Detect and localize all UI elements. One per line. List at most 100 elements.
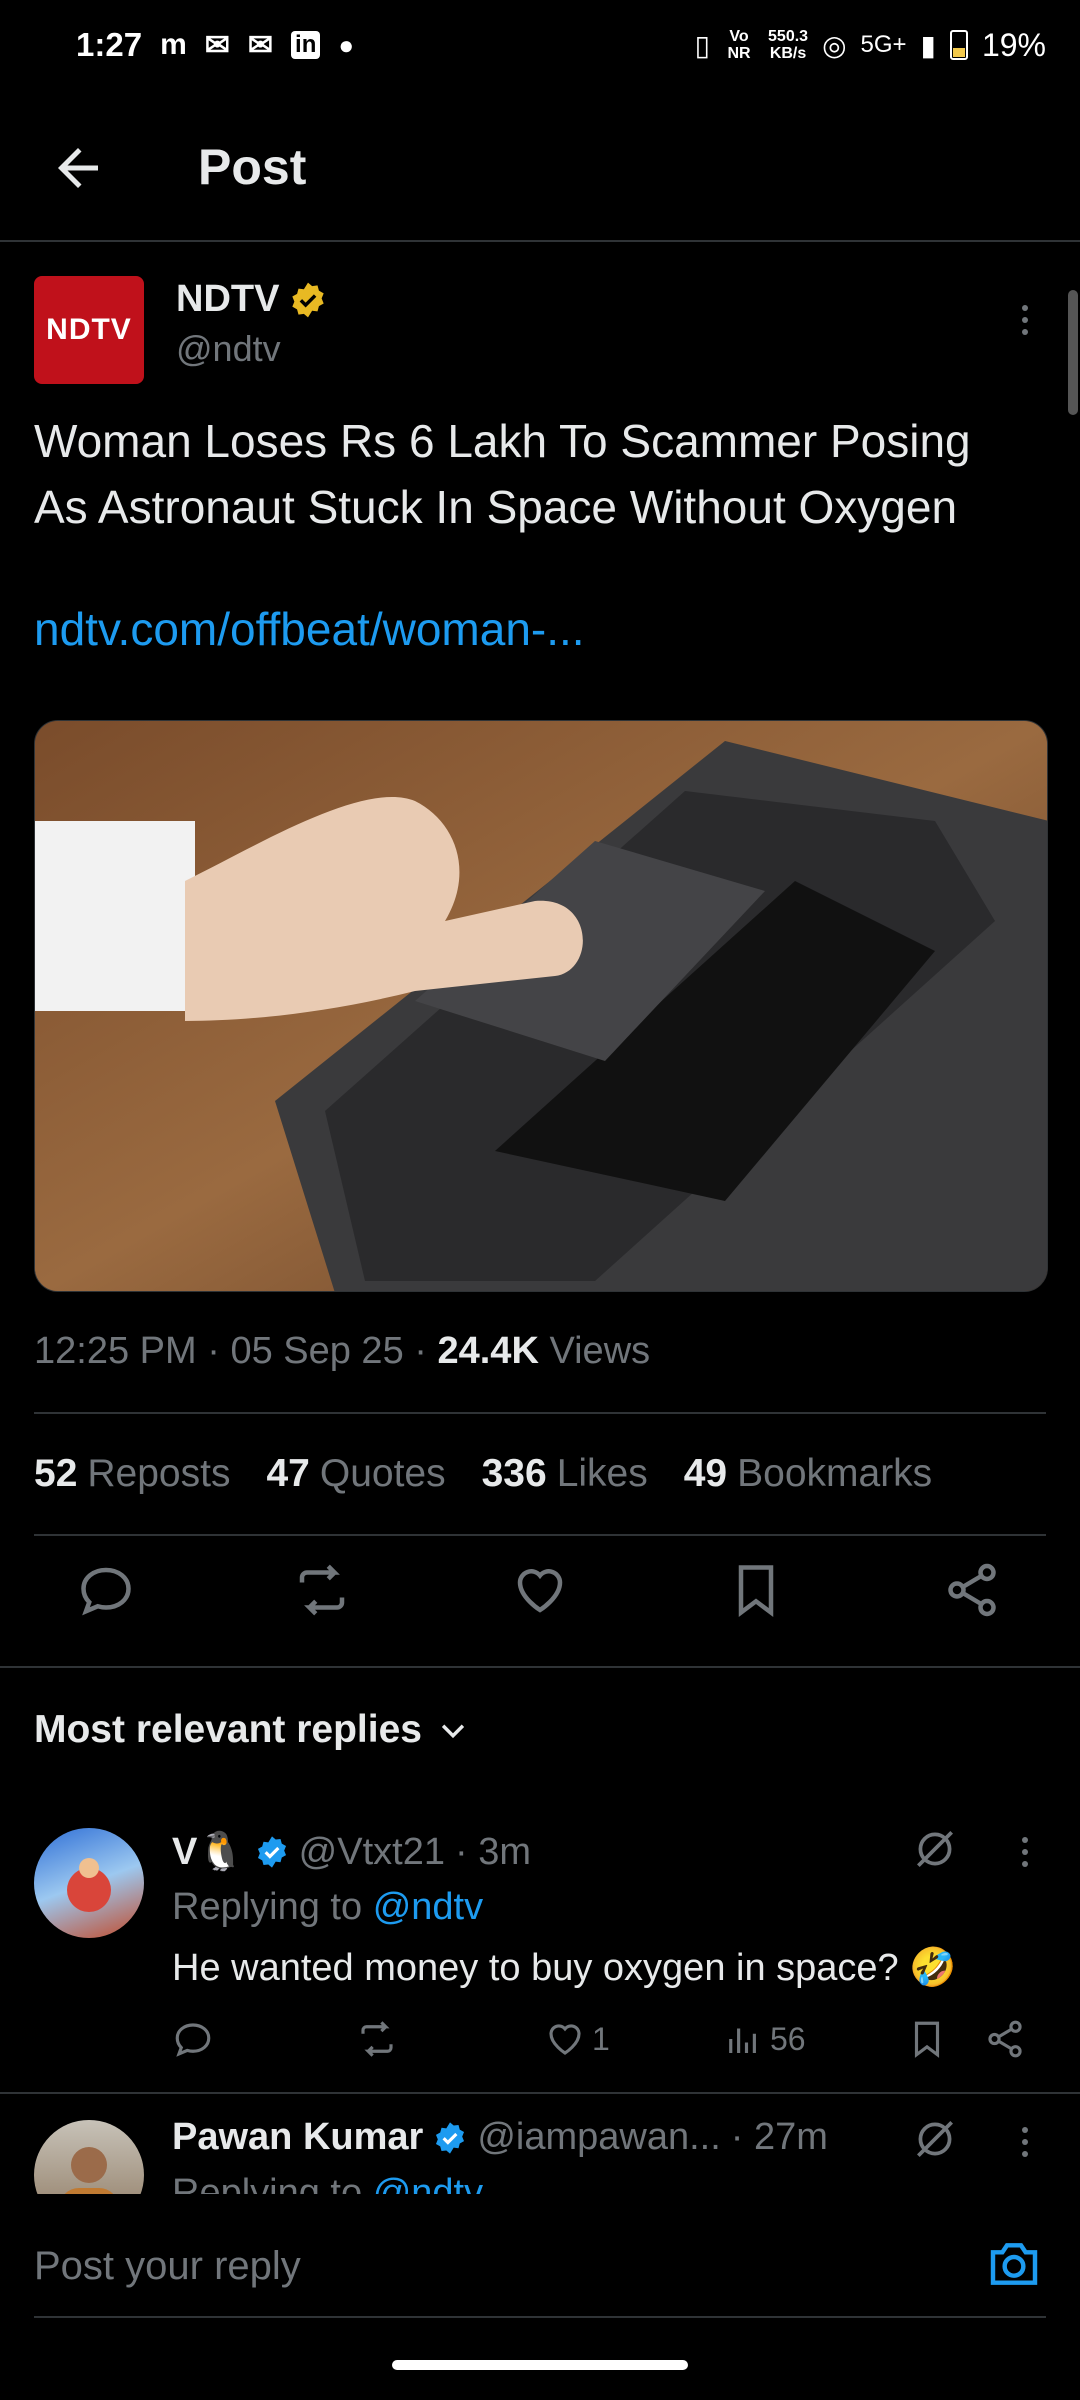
top-app-bar: Post xyxy=(0,110,1080,240)
status-bar: 1:27 m ✉ ✉ in ● ▯ Vo NR 550.3 KB/s ◎ 5G+… xyxy=(0,0,1080,90)
signal-icon: ▮ xyxy=(920,29,936,61)
more-options-icon[interactable] xyxy=(1010,290,1040,350)
verified-badge-icon xyxy=(257,1836,286,1868)
author-avatar[interactable]: NDTV xyxy=(34,276,144,384)
more-options-icon[interactable] xyxy=(1010,2112,1040,2172)
home-indicator[interactable] xyxy=(392,2360,688,2370)
author-name-row[interactable]: NDTV xyxy=(176,278,327,321)
reposts-stat[interactable]: 52 Reposts xyxy=(34,1452,230,1496)
stats-divider xyxy=(34,1534,1046,1536)
reply-like-button[interactable]: 1 xyxy=(544,2018,610,2060)
post-date: 05 Sep 25 xyxy=(230,1330,404,1372)
post-stats: 52 Reposts 47 Quotes 336 Likes 49 Bookmarks xyxy=(34,1452,932,1496)
avatar-image xyxy=(67,1858,111,1912)
grok-icon[interactable] xyxy=(910,2114,960,2164)
status-time: 1:27 xyxy=(76,26,143,63)
repost-icon xyxy=(361,2021,393,2057)
battery-percent: 19% xyxy=(981,26,1046,63)
vonr-label: Vo NR xyxy=(727,28,751,62)
ndtv-logo: NDTV xyxy=(46,313,132,346)
post-time: 12:25 PM xyxy=(34,1330,197,1372)
notification-icon: ✉ xyxy=(247,28,274,62)
actions-divider xyxy=(0,1666,1080,1668)
post-action-bar xyxy=(0,1560,1080,1644)
stat-count: 49 xyxy=(683,1452,728,1495)
vibrate-icon: ▯ xyxy=(694,29,711,61)
reply-header: Pawan Kumar @iampawan... · 27m xyxy=(172,2116,828,2159)
reply-divider xyxy=(0,2092,1080,2094)
reply-author-handle[interactable]: @iampawan... xyxy=(477,2116,720,2159)
reply-repost-button[interactable] xyxy=(356,2018,398,2060)
verified-badge-icon xyxy=(436,2121,465,2154)
reply-bookmark-button[interactable] xyxy=(906,2018,948,2060)
reply-views-button[interactable]: 56 xyxy=(722,2018,806,2060)
bookmarks-stat[interactable]: 49 Bookmarks xyxy=(684,1452,932,1496)
share-icon[interactable] xyxy=(942,1560,1002,1620)
views-label: Views xyxy=(549,1330,651,1372)
post-meta: 12:25 PM · 05 Sep 25 · 24.4K Views xyxy=(34,1330,651,1372)
m-app-icon: m xyxy=(160,28,187,61)
chevron-down-icon xyxy=(441,1724,465,1739)
quotes-stat[interactable]: 47 Quotes xyxy=(266,1452,445,1496)
back-arrow-icon[interactable] xyxy=(48,138,108,198)
stat-label: Likes xyxy=(556,1452,648,1495)
reply-action-bar: 1 56 xyxy=(0,2018,1080,2068)
bookmark-icon[interactable] xyxy=(726,1560,786,1620)
stat-count: 336 xyxy=(481,1452,547,1495)
battery-icon xyxy=(949,30,968,60)
views-count: 24.4K xyxy=(437,1330,539,1372)
views-chart-icon xyxy=(729,2028,756,2053)
network-type: 5G+ xyxy=(860,31,907,58)
scrollbar[interactable] xyxy=(1068,290,1078,415)
header-divider xyxy=(0,240,1080,242)
reply-input[interactable]: Post your reply xyxy=(34,2244,301,2289)
reply-author-name[interactable]: Pawan Kumar xyxy=(172,2116,423,2159)
repost-icon[interactable] xyxy=(292,1560,352,1620)
author-name[interactable]: NDTV xyxy=(176,278,279,321)
network-speed-value: 550.3 xyxy=(768,28,809,45)
network-speed-unit: KB/s xyxy=(769,45,807,62)
stat-count: 47 xyxy=(266,1452,310,1495)
replies-sort-label: Most relevant replies xyxy=(34,1708,422,1751)
stat-label: Quotes xyxy=(319,1452,446,1495)
reply-reply-button[interactable] xyxy=(172,2018,214,2060)
bookmark-icon xyxy=(914,2021,940,2058)
avatar[interactable] xyxy=(34,1828,144,1938)
post-image[interactable] xyxy=(34,720,1048,1292)
post-text: Woman Loses Rs 6 Lakh To Scammer Posing … xyxy=(34,415,971,533)
reply-icon[interactable] xyxy=(76,1560,136,1620)
replying-to-handle[interactable]: @ndtv xyxy=(373,1886,483,1928)
like-heart-icon[interactable] xyxy=(510,1560,570,1620)
hotspot-icon: ◎ xyxy=(822,29,847,61)
reply-share-button[interactable] xyxy=(984,2018,1026,2060)
likes-stat[interactable]: 336 Likes xyxy=(482,1452,648,1496)
reply-header: V🐧 @Vtxt21 · 3m xyxy=(172,1830,531,1874)
reply-icon xyxy=(175,2023,211,2057)
post-link[interactable]: ndtv.com/offbeat/woman-... xyxy=(34,602,585,656)
stat-label: Reposts xyxy=(87,1452,231,1495)
replying-prefix: Replying to xyxy=(172,1886,363,1928)
dot-icon: ● xyxy=(338,29,355,60)
more-options-icon[interactable] xyxy=(1010,1822,1040,1882)
notification-icon: ✉ xyxy=(204,28,230,62)
reply-text: He wanted money to buy oxygen in space? … xyxy=(172,1947,957,1989)
reply-input-underline xyxy=(34,2316,1046,2318)
replying-to: Replying to @ndtv xyxy=(172,1886,483,1929)
like-heart-icon xyxy=(549,2024,581,2055)
network-speed: 550.3 KB/s xyxy=(768,28,808,62)
share-icon xyxy=(988,2020,1022,2058)
page-title: Post xyxy=(198,139,307,195)
reply-time: · 27m xyxy=(730,2116,828,2158)
author-handle[interactable]: @ndtv xyxy=(176,328,281,370)
reply-composer: Post your reply xyxy=(0,2194,1080,2374)
stat-count: 52 xyxy=(34,1452,78,1495)
reply-author-name[interactable]: V🐧 xyxy=(172,1830,245,1874)
replies-sort-dropdown[interactable]: Most relevant replies xyxy=(34,1708,470,1752)
reply-view-count: 56 xyxy=(770,2020,806,2057)
meta-divider xyxy=(34,1412,1046,1414)
laptop-photo xyxy=(35,721,1047,1291)
stat-label: Bookmarks xyxy=(737,1452,933,1495)
camera-icon[interactable] xyxy=(986,2236,1042,2292)
reply-author-handle[interactable]: @Vtxt21 xyxy=(299,1831,445,1874)
grok-icon[interactable] xyxy=(910,1824,960,1874)
